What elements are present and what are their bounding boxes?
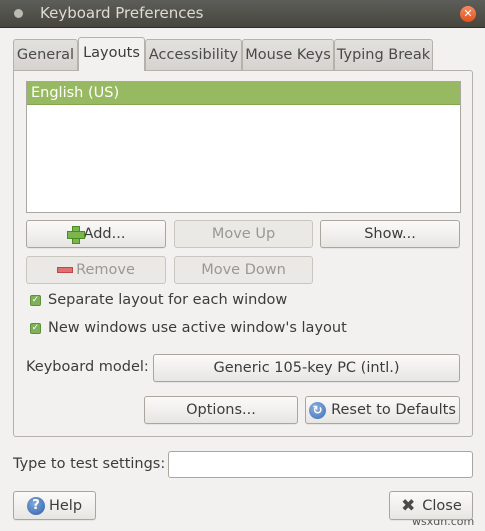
plus-icon xyxy=(66,226,85,244)
help-label: Help xyxy=(48,497,83,514)
list-item[interactable]: English (US) xyxy=(27,82,460,105)
show-button[interactable]: Show... xyxy=(320,220,460,248)
options-button[interactable]: Options... xyxy=(144,396,298,424)
layout-list[interactable]: English (US) xyxy=(26,81,461,213)
title-bar: Keyboard Preferences ✕ xyxy=(0,0,485,28)
help-button[interactable]: ? Help xyxy=(13,491,96,520)
reset-defaults-button[interactable]: ↻ Reset to Defaults xyxy=(305,396,460,424)
tab-mouse-keys[interactable]: Mouse Keys xyxy=(242,39,334,70)
minus-icon xyxy=(57,267,74,273)
keyboard-model-button[interactable]: Generic 105-key PC (intl.) xyxy=(153,354,460,382)
active-window-layout-label: New windows use active window's layout xyxy=(48,320,347,336)
window-close-icon[interactable]: ✕ xyxy=(460,6,476,22)
move-down-button[interactable]: Move Down xyxy=(174,256,313,284)
close-button[interactable]: ✖ Close xyxy=(389,491,473,520)
checkbox-checked-icon[interactable]: ✓ xyxy=(30,294,41,306)
window-menu-icon[interactable] xyxy=(14,9,23,18)
remove-button[interactable]: Remove xyxy=(26,256,166,284)
move-down-label: Move Down xyxy=(201,262,286,278)
tab-general[interactable]: General xyxy=(13,39,78,70)
tab-layouts[interactable]: Layouts xyxy=(78,37,145,71)
keyboard-model-label: Keyboard model: xyxy=(26,359,149,375)
move-up-button[interactable]: Move Up xyxy=(174,220,313,248)
checkbox-checked-icon[interactable]: ✓ xyxy=(30,322,41,334)
window-title: Keyboard Preferences xyxy=(40,4,204,22)
options-label: Options... xyxy=(186,402,256,418)
keyboard-model-value: Generic 105-key PC (intl.) xyxy=(213,360,400,376)
tab-accessibility[interactable]: Accessibility xyxy=(145,39,242,70)
test-settings-label: Type to test settings: xyxy=(13,456,166,472)
separate-layout-checkbox[interactable]: ✓ Separate layout for each window xyxy=(30,291,287,309)
separate-layout-label: Separate layout for each window xyxy=(48,292,288,308)
close-x-icon: ✖ xyxy=(401,495,416,516)
test-settings-input[interactable] xyxy=(168,451,473,478)
tab-typing-break[interactable]: Typing Break xyxy=(334,39,433,70)
help-icon: ? xyxy=(26,496,45,515)
remove-label: Remove xyxy=(76,262,135,278)
show-label: Show... xyxy=(364,226,416,242)
reset-label: Reset to Defaults xyxy=(331,402,456,418)
add-button-label: Add... xyxy=(83,226,126,242)
close-label: Close xyxy=(422,497,462,514)
add-button[interactable]: Add... xyxy=(26,220,166,248)
reset-icon: ↻ xyxy=(309,401,327,419)
active-window-layout-checkbox[interactable]: ✓ New windows use active window's layout xyxy=(30,319,347,337)
move-up-label: Move Up xyxy=(211,226,276,242)
